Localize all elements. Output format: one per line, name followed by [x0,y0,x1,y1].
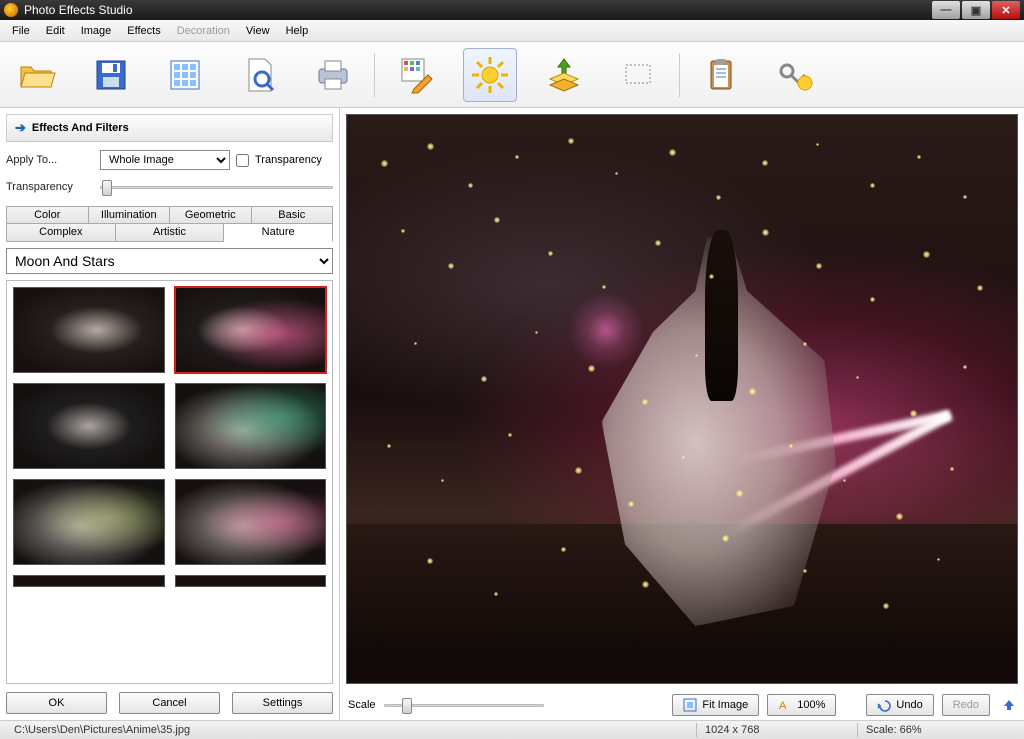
crop-rect-icon [618,55,658,95]
grid-gallery-icon [165,55,205,95]
settings-button[interactable]: Settings [232,692,333,714]
toolbar-gallery-button[interactable] [158,48,212,102]
effects-panel: ➔ Effects And Filters Apply To... Whole … [0,108,340,720]
menu-image[interactable]: Image [73,22,120,40]
canvas-footer: Scale Fit Image A 100% Undo Redo [340,690,1024,720]
effect-thumbnails [6,280,333,684]
app-icon [4,3,18,17]
svg-text:A: A [779,700,787,712]
menu-effects[interactable]: Effects [119,22,168,40]
transparency-checkbox-label: Transparency [255,154,322,166]
toolbar-effects-editor-button[interactable] [389,48,443,102]
menu-file[interactable]: File [4,22,38,40]
effect-thumb[interactable] [175,575,327,587]
transparency-label: Transparency [6,181,94,193]
tab-basic[interactable]: Basic [252,206,334,224]
tab-complex[interactable]: Complex [6,224,116,242]
grid-pencil-icon [396,55,436,95]
menu-help[interactable]: Help [278,22,317,40]
toolbar-clipboard-button[interactable] [694,48,748,102]
undo-icon [877,698,891,712]
status-bar: C:\Users\Den\Pictures\Anime\35.jpg 1024 … [0,720,1024,739]
effect-thumb[interactable] [13,575,165,587]
toolbar-save-button[interactable] [84,48,138,102]
toolbar-layers-button[interactable] [537,48,591,102]
floppy-save-icon [91,55,131,95]
toolbar-register-button[interactable] [768,48,822,102]
window-minimize-button[interactable]: — [932,1,960,19]
key-sun-icon [775,55,815,95]
category-tabs: Color Illumination Geometric Basic Compl… [6,206,333,242]
printer-icon [313,55,353,95]
status-scale: Scale: 66% [858,724,1018,736]
up-arrow-icon[interactable] [1002,698,1016,712]
menu-edit[interactable]: Edit [38,22,73,40]
transparency-checkbox[interactable] [236,154,249,167]
menu-decoration[interactable]: Decoration [169,22,238,40]
effect-thumb[interactable] [13,383,165,469]
window-maximize-button[interactable]: ▣ [962,1,990,19]
window-title: Photo Effects Studio [24,3,932,17]
apply-to-label: Apply To... [6,154,94,166]
zoom-100-icon: A [778,698,792,712]
undo-button[interactable]: Undo [866,694,933,716]
toolbar-crop-button[interactable] [611,48,665,102]
status-filepath: C:\Users\Den\Pictures\Anime\35.jpg [6,724,696,736]
sun-icon [470,55,510,95]
tab-color[interactable]: Color [6,206,89,224]
cancel-button[interactable]: Cancel [119,692,220,714]
effect-select[interactable]: Moon And Stars [6,248,333,274]
status-dimensions: 1024 x 768 [697,724,857,736]
toolbar-print-button[interactable] [306,48,360,102]
page-magnify-icon [239,55,279,95]
arrow-right-icon: ➔ [15,120,26,136]
panel-title: Effects And Filters [32,122,129,134]
toolbar-effects-button[interactable] [463,48,517,102]
effect-thumb[interactable] [13,479,165,565]
scale-slider[interactable] [384,696,544,714]
zoom-100-button[interactable]: A 100% [767,694,836,716]
fit-icon [683,698,697,712]
tab-geometric[interactable]: Geometric [170,206,252,224]
effect-thumb[interactable] [175,479,327,565]
effect-thumb[interactable] [13,287,165,373]
toolbar-separator [374,53,375,97]
apply-to-select[interactable]: Whole Image [100,150,230,170]
window-titlebar: Photo Effects Studio — ▣ ✕ [0,0,1024,20]
image-canvas[interactable] [346,114,1018,684]
ok-button[interactable]: OK [6,692,107,714]
window-close-button[interactable]: ✕ [992,1,1020,19]
toolbar-separator [679,53,680,97]
folder-open-icon [17,55,57,95]
menu-bar: File Edit Image Effects Decoration View … [0,20,1024,42]
tab-artistic[interactable]: Artistic [116,224,225,242]
scale-label: Scale [348,699,376,711]
transparency-slider[interactable] [100,178,333,196]
tab-nature[interactable]: Nature [224,224,333,242]
toolbar [0,42,1024,108]
canvas-area: Scale Fit Image A 100% Undo Redo [340,108,1024,720]
fit-image-button[interactable]: Fit Image [672,694,759,716]
clipboard-icon [701,55,741,95]
toolbar-open-button[interactable] [10,48,64,102]
effect-thumb[interactable] [175,287,327,373]
panel-header: ➔ Effects And Filters [6,114,333,142]
menu-view[interactable]: View [238,22,278,40]
effect-thumb[interactable] [175,383,327,469]
tab-illumination[interactable]: Illumination [89,206,171,224]
redo-button[interactable]: Redo [942,694,990,716]
toolbar-preview-button[interactable] [232,48,286,102]
layers-down-icon [544,55,584,95]
